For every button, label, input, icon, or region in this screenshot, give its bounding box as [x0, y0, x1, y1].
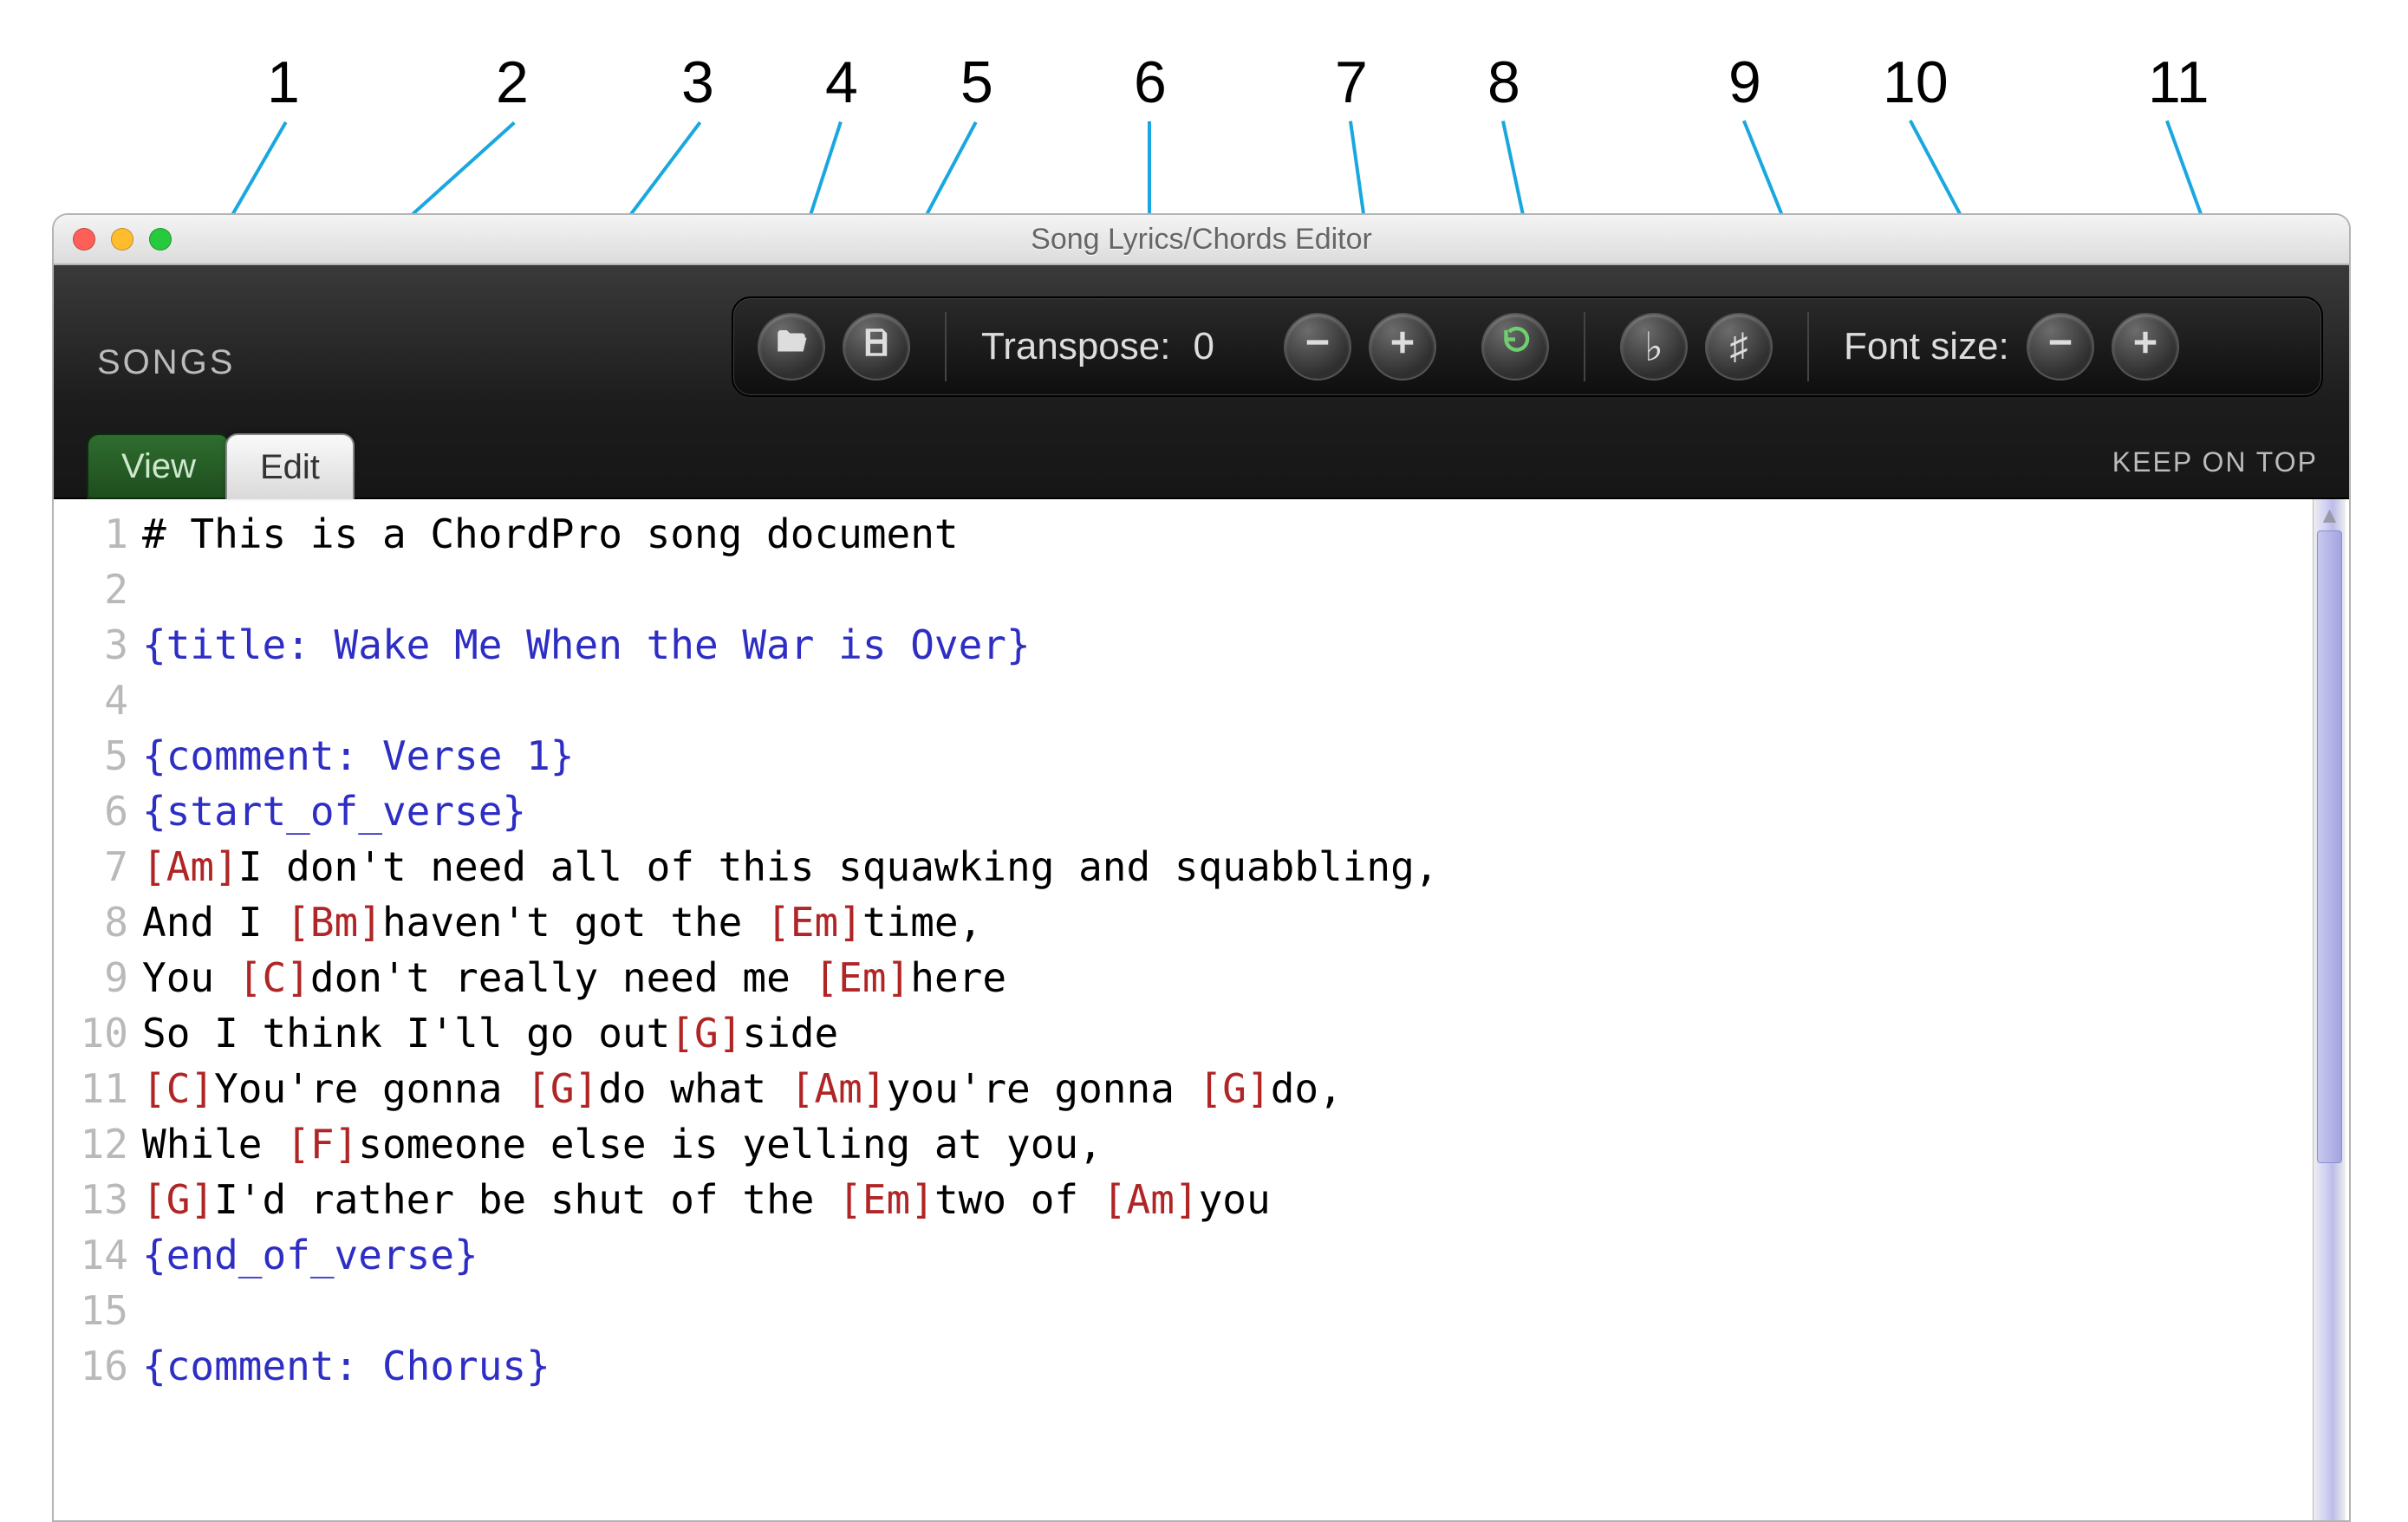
transpose-label: Transpose: — [981, 325, 1170, 368]
font-size-label: Font size: — [1844, 325, 2009, 368]
callout-1: 1 — [267, 49, 300, 116]
plus-icon — [2127, 324, 2164, 370]
scroll-up-arrow-icon[interactable]: ▲ — [2314, 499, 2346, 530]
callout-7: 7 — [1335, 49, 1368, 116]
minus-icon — [2042, 324, 2079, 370]
zoom-button[interactable] — [149, 228, 172, 250]
toolbar: SONGS Transpose: 0 — [54, 265, 2349, 499]
reset-icon — [1497, 324, 1533, 370]
transpose-down-button[interactable] — [1284, 313, 1351, 380]
callout-10: 10 — [1883, 49, 1949, 116]
transpose-reset-button[interactable] — [1481, 313, 1549, 380]
callout-6: 6 — [1134, 49, 1167, 116]
minus-icon — [1299, 324, 1336, 370]
separator — [1807, 312, 1809, 381]
vertical-scrollbar[interactable]: ▲ — [2313, 499, 2346, 1520]
window-controls — [73, 228, 172, 250]
app-window: Song Lyrics/Chords Editor SONGS Transpos… — [52, 213, 2351, 1522]
font-size-up-button[interactable] — [2112, 313, 2179, 380]
transpose-up-button[interactable] — [1369, 313, 1436, 380]
titlebar[interactable]: Song Lyrics/Chords Editor — [54, 215, 2349, 265]
code-area[interactable]: # This is a ChordPro song document {titl… — [137, 499, 2349, 1520]
minimize-button[interactable] — [111, 228, 133, 250]
separator — [945, 312, 947, 381]
line-number-gutter: 12345678910111213141516 — [54, 499, 137, 1520]
tool-panel: Transpose: 0 ♭ — [732, 296, 2323, 397]
tab-edit[interactable]: Edit — [225, 433, 355, 499]
callout-3: 3 — [681, 49, 714, 116]
plus-icon — [1384, 324, 1421, 370]
callout-5: 5 — [960, 49, 993, 116]
transpose-value: 0 — [1193, 325, 1214, 368]
keep-on-top-toggle[interactable]: KEEP ON TOP — [2112, 446, 2318, 478]
tabs: View Edit — [87, 433, 349, 499]
callout-2: 2 — [496, 49, 529, 116]
separator — [1584, 312, 1585, 381]
font-size-down-button[interactable] — [2027, 313, 2094, 380]
callout-11: 11 — [2148, 49, 2210, 116]
sharp-icon: ♯ — [1729, 326, 1747, 367]
callout-4: 4 — [825, 49, 858, 116]
save-button[interactable] — [843, 313, 910, 380]
flat-icon: ♭ — [1644, 323, 1663, 370]
scroll-thumb[interactable] — [2317, 530, 2342, 1163]
close-button[interactable] — [73, 228, 95, 250]
songs-label[interactable]: SONGS — [97, 343, 235, 382]
callout-8: 8 — [1487, 49, 1520, 116]
tab-view[interactable]: View — [87, 433, 231, 499]
prefer-sharp-button[interactable]: ♯ — [1705, 313, 1773, 380]
folder-open-icon — [773, 324, 810, 370]
window-title: Song Lyrics/Chords Editor — [1031, 223, 1372, 257]
code-editor[interactable]: 12345678910111213141516 # This is a Chor… — [54, 499, 2349, 1520]
floppy-icon — [858, 324, 895, 370]
prefer-flat-button[interactable]: ♭ — [1620, 313, 1688, 380]
open-button[interactable] — [758, 313, 825, 380]
callout-9: 9 — [1728, 49, 1761, 116]
